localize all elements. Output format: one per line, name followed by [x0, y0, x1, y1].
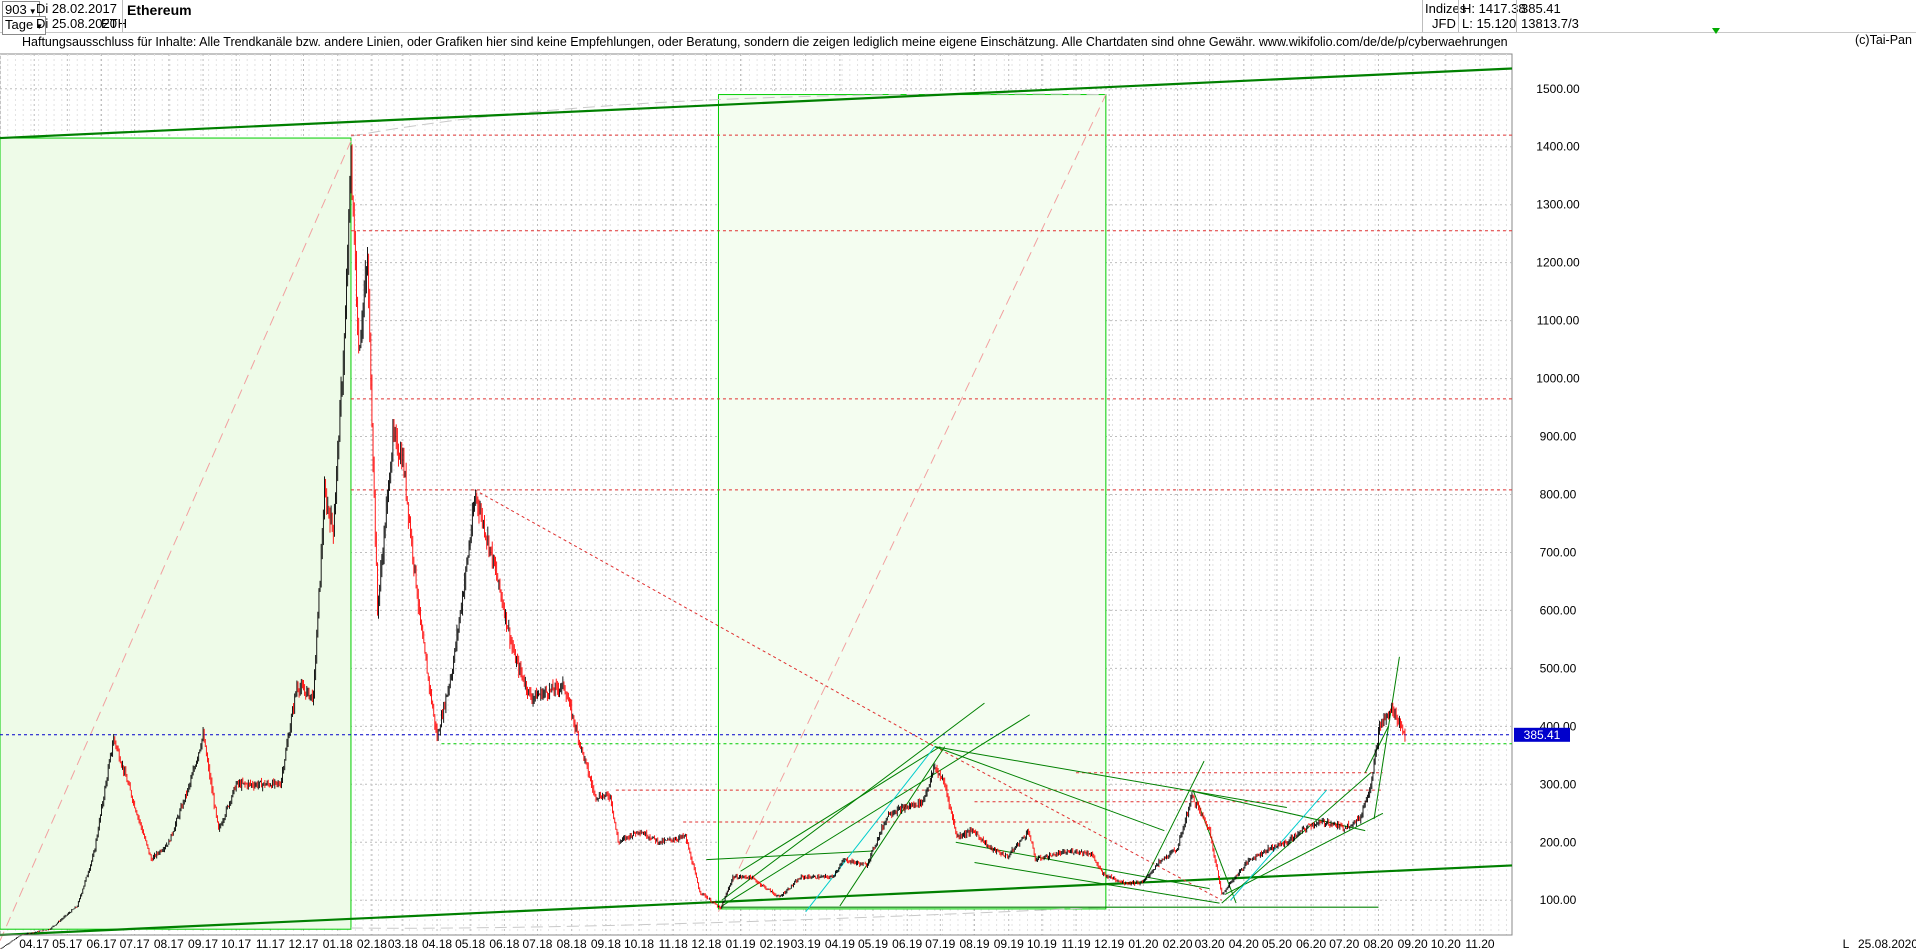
- x-tick-label: 05.20: [1262, 937, 1292, 951]
- x-tick-label: 03.20: [1195, 937, 1225, 951]
- x-tick-label: 03.18: [388, 937, 418, 951]
- x-tick-label: 06.19: [892, 937, 922, 951]
- y-tick-label: 1300.00: [1536, 198, 1580, 212]
- x-tick-label: 03.19: [791, 937, 821, 951]
- x-tick-label: 08.17: [154, 937, 184, 951]
- x-tick-label: 08.19: [960, 937, 990, 951]
- x-tick-label: 06.20: [1296, 937, 1326, 951]
- y-axis: 100.00200.00300.00400.00500.00600.00700.…: [1514, 28, 1720, 907]
- x-tick-label: 10.17: [221, 937, 251, 951]
- x-tick-label: 12.19: [1094, 937, 1124, 951]
- y-tick-label: 1000.00: [1536, 372, 1580, 386]
- chart-zones: [0, 93, 1107, 941]
- price-chart[interactable]: 100.00200.00300.00400.00500.00600.00700.…: [0, 0, 1916, 952]
- x-tick-label: 07.20: [1329, 937, 1359, 951]
- x-tick-label: 09.18: [591, 937, 621, 951]
- x-tick-label: 09.20: [1398, 937, 1428, 951]
- x-tick-label: 11.17: [256, 937, 285, 951]
- y-tick-label: 1100.00: [1537, 314, 1580, 328]
- x-tick-label: 02.18: [357, 937, 387, 951]
- y-tick-label: 1500.00: [1536, 82, 1580, 96]
- x-tick-label: 11.18: [659, 937, 688, 951]
- x-tick-label: 06.18: [489, 937, 519, 951]
- y-tick-label: 1200.00: [1536, 256, 1580, 270]
- x-tick-label: 04.17: [19, 937, 49, 951]
- y-tick-label: 1400.00: [1536, 140, 1580, 154]
- x-tick-label: 01.19: [726, 937, 756, 951]
- trend-line-cyan: [1230, 789, 1327, 901]
- x-tick-label: 01.18: [323, 937, 353, 951]
- x-tick-label: 11.20: [1465, 937, 1494, 951]
- x-end-date-label: 25.08.2020: [1858, 937, 1916, 951]
- x-axis: 04.17 05.17 06.17 07.17 08.17 09.17 10.17 11.17…: [0, 934, 1916, 951]
- x-tick-label: 07.18: [522, 937, 552, 951]
- x-tick-label: 12.17: [288, 937, 318, 951]
- x-tick-label: 04.18: [422, 937, 452, 951]
- trend-line: [1142, 760, 1205, 884]
- x-tick-label: 09.19: [994, 937, 1024, 951]
- x-tick-label: 12.18: [691, 937, 721, 951]
- x-tick-label: 02.20: [1163, 937, 1193, 951]
- x-tick-label: 05.17: [52, 937, 82, 951]
- trend-line: [1224, 812, 1384, 895]
- trend-line: [1373, 656, 1400, 820]
- x-tick-label: 07.19: [925, 937, 955, 951]
- y-tick-label: 200.00: [1540, 835, 1577, 849]
- x-tick-label: 09.17: [188, 937, 218, 951]
- x-tick-label: 08.20: [1363, 937, 1393, 951]
- x-tick-label: 04.20: [1229, 937, 1259, 951]
- x-tick-label: 06.17: [87, 937, 117, 951]
- y-tick-label: 800.00: [1540, 488, 1577, 502]
- x-tick-label: 08.18: [557, 937, 587, 951]
- y-tick-label: 500.00: [1540, 661, 1577, 675]
- x-tick-label: 10.18: [624, 937, 654, 951]
- x-tick-label: 01.20: [1128, 937, 1158, 951]
- x-tick-label: 11.19: [1061, 937, 1090, 951]
- curve-guide: [350, 906, 1106, 929]
- x-tick-label: 10.20: [1431, 937, 1461, 951]
- triangle-marker-icon: [1712, 28, 1720, 34]
- trend-line: [1221, 772, 1372, 904]
- last-price-label: 385.41: [1524, 728, 1561, 742]
- x-tick-label: 07.17: [120, 937, 150, 951]
- y-tick-label: 100.00: [1540, 893, 1577, 907]
- y-tick-label: 700.00: [1540, 545, 1577, 559]
- y-tick-label: 300.00: [1540, 777, 1577, 791]
- y-tick-label: 600.00: [1540, 603, 1577, 617]
- highlight-zone: [0, 137, 352, 930]
- x-tick-label: 05.19: [858, 937, 888, 951]
- scale-marker: L: [1843, 937, 1850, 951]
- x-tick-label: 04.19: [825, 937, 855, 951]
- y-tick-label: 900.00: [1540, 430, 1577, 444]
- x-tick-label: 02.19: [760, 937, 790, 951]
- x-tick-label: 10.19: [1027, 937, 1057, 951]
- x-tick-label: 05.18: [455, 937, 485, 951]
